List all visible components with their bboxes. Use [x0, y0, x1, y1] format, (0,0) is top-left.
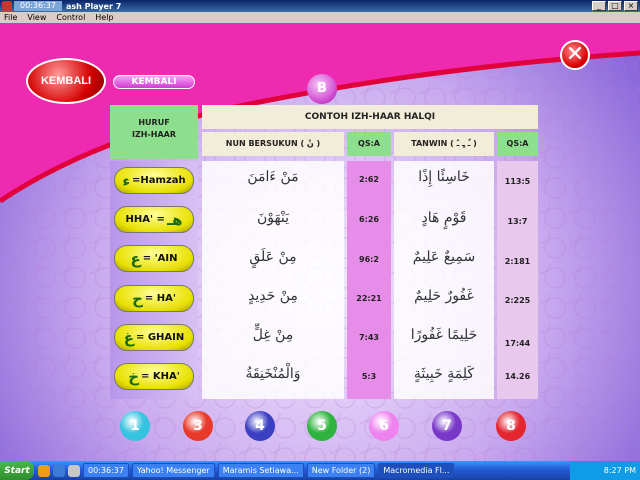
qs2-ref: 2:225 [504, 296, 531, 305]
letter-label: = GHAIN [135, 332, 185, 343]
qs1-ref: 7:43 [359, 333, 379, 342]
qs2-column [497, 161, 538, 399]
section-b-ball[interactable]: B [307, 74, 337, 104]
start-button[interactable]: Start [0, 461, 34, 480]
nun-example: وَالْمُنْخَنِقَةُ [245, 366, 301, 382]
letter-label: = 'AIN [142, 253, 178, 264]
qs2-ref: 113:5 [504, 177, 531, 186]
number-ball-6[interactable]: 6 [369, 411, 399, 441]
task-maramis[interactable]: Maramis Setiawa... [217, 463, 304, 478]
qs1-ref: 2:62 [359, 175, 379, 184]
qs1-ref: 6:26 [359, 215, 379, 224]
tanwin-column [394, 161, 494, 399]
nun-bersukun-header: NUN BERSUKUN ( نْ ) [202, 132, 344, 156]
task-timer[interactable]: 00:36:37 [83, 463, 129, 478]
maximize-button[interactable]: □ [608, 1, 622, 11]
task-macromedia[interactable]: Macromedia Fl... [378, 463, 455, 478]
letter-arabic: غ [123, 328, 134, 347]
menu-file[interactable]: File [4, 13, 17, 22]
letter-arabic: ء [122, 171, 131, 190]
nun-column [202, 161, 344, 399]
qs2-ref: 14.26 [504, 372, 531, 381]
tanwin-example: حَلِيمًا غَفُورًا [410, 327, 478, 343]
menu-control[interactable]: Control [56, 13, 85, 22]
qs2-header: QS:A [497, 132, 538, 156]
number-ball-7[interactable]: 7 [432, 411, 462, 441]
task-new-folder[interactable]: New Folder (2) [306, 463, 376, 478]
tanwin-header: TANWIN ( ـٌ ـٍ ـً ) [394, 132, 494, 156]
letter-button-ghain[interactable]: غ = GHAIN [114, 324, 194, 351]
izhaar-table: HURUF IZH-HAAR CONTOH IZH-HAAR HALQI NUN… [110, 105, 538, 399]
window-titlebar[interactable]: 00:36:37 ash Player 7 _ □ × [0, 0, 640, 12]
qs2-ref: 17:44 [504, 339, 531, 348]
qs1-header: QS:A [347, 132, 391, 156]
nun-example: مِنْ حَدِيدٍ [248, 288, 298, 304]
huruf-header-line2: IZH-HAAR [131, 130, 177, 139]
nun-example: يَنْهَوْنَ [256, 210, 290, 226]
letter-button-ain[interactable]: ع = 'AIN [114, 245, 194, 272]
quicklaunch-icon-1[interactable] [38, 464, 50, 477]
nun-example: مَنْ ءَامَنَ [247, 169, 299, 185]
letter-label: =Hamzah [132, 175, 186, 186]
task-yahoo-messenger[interactable]: Yahoo! Messenger [131, 463, 215, 478]
qs1-ref: 22:21 [356, 294, 382, 303]
tanwin-example: خَاسِئًا إِذًا [418, 169, 470, 185]
letter-arabic: ح [132, 289, 143, 308]
huruf-header: HURUF IZH-HAAR [110, 105, 198, 159]
huruf-header-line1: HURUF [138, 118, 170, 127]
letter-label: HHA' = [125, 214, 165, 225]
tanwin-example: كَلِمَةٍ خَبِيثَةٍ [413, 366, 475, 382]
qs1-column [347, 161, 391, 399]
quicklaunch-icon-2[interactable] [53, 464, 65, 477]
window-title: ash Player 7 [65, 1, 122, 11]
menu-view[interactable]: View [27, 13, 46, 22]
letter-arabic: ع [130, 249, 141, 268]
letter-arabic: هـ [166, 210, 183, 229]
table-title: CONTOH IZH-HAAR HALQI [202, 105, 538, 129]
letter-button-ha[interactable]: ح = HA' [114, 285, 194, 312]
app-icon [2, 1, 12, 11]
qs2-ref: 2:181 [504, 257, 531, 266]
tanwin-example: قَوْمٍ هَادٍ [421, 210, 467, 226]
tanwin-example: غَفُورٌ حَلِيمٌ [414, 288, 474, 304]
close-stage-button[interactable]: ✕ [560, 40, 590, 70]
qs2-ref: 13:7 [507, 217, 528, 226]
number-ball-5[interactable]: 5 [307, 411, 337, 441]
close-window-button[interactable]: × [624, 1, 638, 11]
letter-button-hamzah[interactable]: ء =Hamzah [114, 167, 194, 194]
menu-bar: File View Control Help [0, 12, 640, 23]
menu-help[interactable]: Help [95, 13, 113, 22]
number-ball-1[interactable]: 1 [120, 411, 150, 441]
qs1-ref: 96:2 [359, 255, 379, 264]
number-ball-3[interactable]: 3 [183, 411, 213, 441]
number-ball-8[interactable]: 8 [496, 411, 526, 441]
nun-example: مِنْ عَلَقٍ [249, 249, 297, 265]
letter-button-kha[interactable]: خ = KHA' [114, 363, 194, 390]
kembali-main-button[interactable]: KEMBALI [26, 58, 106, 104]
kembali-small-button[interactable]: KEMBALI [113, 75, 195, 89]
letter-label: = KHA' [141, 371, 180, 382]
title-timer: 00:36:37 [14, 1, 62, 11]
system-tray: 8:27 PM [570, 461, 640, 480]
minimize-button[interactable]: _ [592, 1, 606, 11]
letter-button-hha[interactable]: HHA' = هـ [114, 206, 194, 233]
quicklaunch-icon-3[interactable] [68, 464, 80, 477]
clock: 8:27 PM [603, 466, 636, 475]
tanwin-example: سَمِيعٌ عَلِيمٌ [412, 249, 476, 265]
qs1-ref: 5:3 [361, 372, 377, 381]
flash-stage: KEMBALI KEMBALI ✕ B HURUF IZH-HAAR CONTO… [0, 23, 640, 461]
letter-arabic: خ [128, 367, 140, 386]
nun-example: مِنْ غِلٍّ [252, 327, 294, 343]
taskbar: Start 00:36:37 Yahoo! Messenger Maramis … [0, 461, 640, 480]
number-ball-4[interactable]: 4 [245, 411, 275, 441]
letter-label: = HA' [144, 293, 176, 304]
